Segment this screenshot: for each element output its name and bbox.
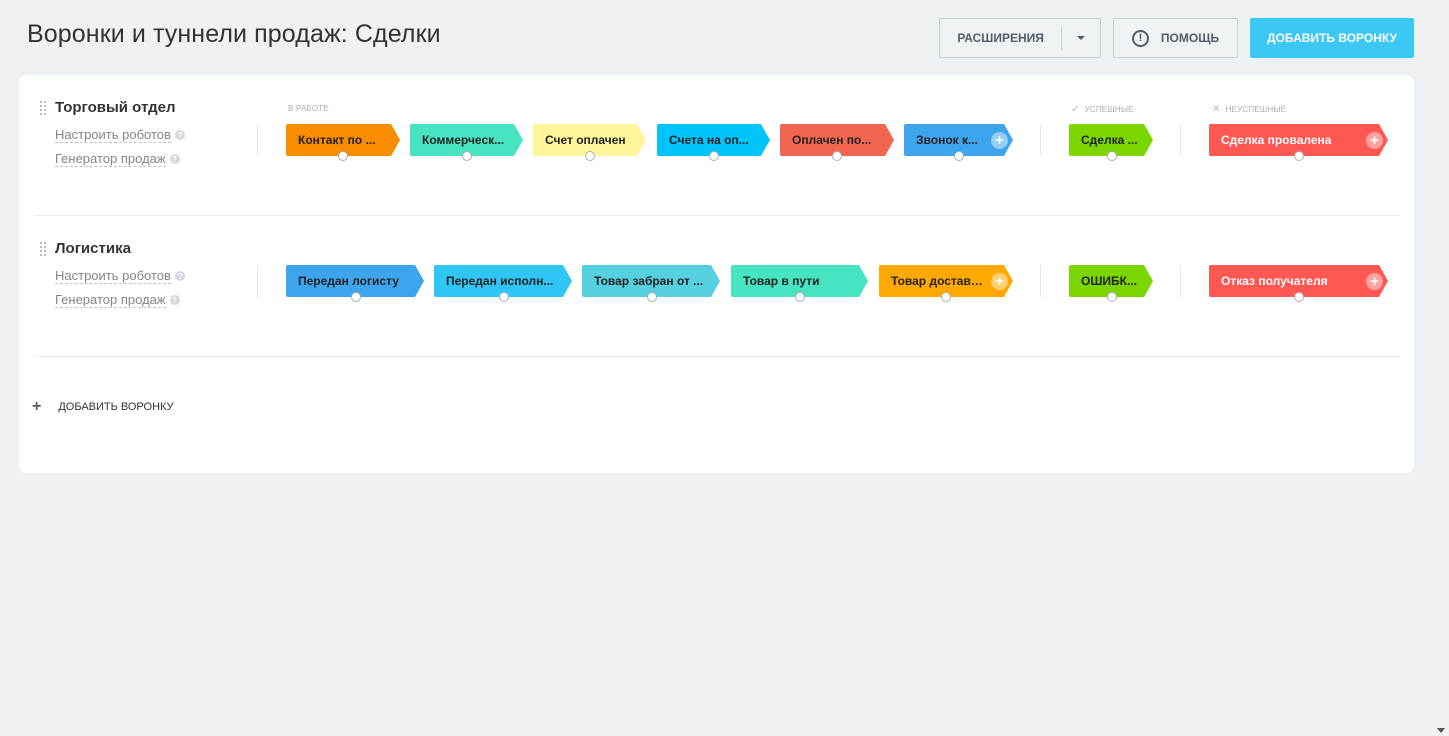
column-divider bbox=[1180, 124, 1181, 156]
sales-generator-link[interactable]: Генератор продаж ? bbox=[55, 151, 180, 167]
group-label-in-work: В РАБОТЕ bbox=[288, 104, 329, 113]
scroll-down-arrow-icon[interactable] bbox=[1437, 728, 1445, 733]
add-stage-icon[interactable]: + bbox=[991, 132, 1008, 149]
group-label-text: УСПЕШНЫЕ bbox=[1084, 105, 1134, 114]
add-funnel-button-label: ДОБАВИТЬ ВОРОНКУ bbox=[1267, 31, 1397, 45]
stage-label: Сделка ... bbox=[1081, 133, 1138, 147]
help-button-label: ПОМОЩЬ bbox=[1160, 31, 1220, 45]
funnel-row: Логистика Настроить роботов ? Генератор … bbox=[19, 216, 1414, 357]
group-label-success: ✓ УСПЕШНЫЕ bbox=[1071, 104, 1134, 115]
funnel-row: Торговый отдел Настроить роботов ? Генер… bbox=[19, 75, 1414, 216]
sales-generator-label: Генератор продаж bbox=[55, 151, 166, 167]
stage-settings-dot[interactable] bbox=[954, 151, 964, 161]
add-stage-icon[interactable]: + bbox=[991, 273, 1008, 290]
stage-settings-dot[interactable] bbox=[351, 292, 361, 302]
check-icon: ✓ bbox=[1071, 104, 1080, 115]
stage-settings-dot[interactable] bbox=[1107, 151, 1117, 161]
stage-settings-dot[interactable] bbox=[499, 292, 509, 302]
drag-handle-icon[interactable] bbox=[40, 101, 47, 115]
configure-robots-link[interactable]: Настроить роботов ? bbox=[55, 268, 185, 284]
stage-settings-dot[interactable] bbox=[795, 292, 805, 302]
configure-robots-label: Настроить роботов bbox=[55, 127, 171, 143]
add-funnel-link-label: ДОБАВИТЬ ВОРОНКУ bbox=[58, 401, 174, 413]
stage-label: Счета на оп... bbox=[669, 133, 749, 147]
column-divider bbox=[257, 265, 258, 297]
group-label-fail: ✕ НЕУСПЕШНЫЕ bbox=[1212, 104, 1286, 115]
configure-robots-label: Настроить роботов bbox=[55, 268, 171, 284]
stage-settings-dot[interactable] bbox=[941, 292, 951, 302]
page-header: Воронки и туннели продаж: Сделки РАСШИРЕ… bbox=[0, 0, 1449, 75]
stage-label: ОШИБК... bbox=[1081, 274, 1137, 288]
stage-label: Сделка провалена bbox=[1221, 133, 1332, 147]
stage-label: Счет оплачен bbox=[545, 133, 626, 147]
question-icon[interactable]: ? bbox=[174, 271, 185, 281]
question-icon[interactable]: ? bbox=[174, 130, 185, 140]
stage-label: Товар в пути bbox=[743, 274, 820, 288]
column-divider bbox=[1180, 265, 1181, 297]
column-divider bbox=[257, 124, 258, 156]
extensions-dropdown-toggle[interactable] bbox=[1062, 36, 1100, 40]
group-label-text: В РАБОТЕ bbox=[288, 104, 329, 113]
stage-settings-dot[interactable] bbox=[832, 151, 842, 161]
funnel-name[interactable]: Торговый отдел bbox=[55, 99, 176, 116]
column-divider bbox=[1040, 124, 1041, 156]
chevron-down-icon bbox=[1077, 36, 1086, 40]
add-funnel-button[interactable]: ДОБАВИТЬ ВОРОНКУ bbox=[1250, 18, 1414, 58]
sales-generator-label: Генератор продаж bbox=[55, 292, 166, 308]
configure-robots-link[interactable]: Настроить роботов ? bbox=[55, 127, 185, 143]
page-title: Воронки и туннели продаж: Сделки bbox=[27, 20, 441, 48]
stage-settings-dot[interactable] bbox=[338, 151, 348, 161]
question-icon[interactable]: ? bbox=[169, 295, 180, 305]
funnels-card: Торговый отдел Настроить роботов ? Генер… bbox=[19, 75, 1414, 473]
info-icon: ! bbox=[1131, 29, 1149, 47]
stage-settings-dot[interactable] bbox=[585, 151, 595, 161]
sales-generator-link[interactable]: Генератор продаж ? bbox=[55, 292, 180, 308]
stage-label: Товар доставл... bbox=[891, 274, 987, 288]
add-funnel-link[interactable]: + ДОБАВИТЬ ВОРОНКУ bbox=[32, 398, 174, 416]
stage-label: Звонок к... bbox=[916, 133, 978, 147]
column-divider bbox=[1040, 265, 1041, 297]
extensions-button[interactable]: РАСШИРЕНИЯ bbox=[939, 18, 1101, 58]
drag-handle-icon[interactable] bbox=[40, 242, 47, 256]
funnel-name[interactable]: Логистика bbox=[55, 240, 131, 257]
stage-label: Товар забран от ... bbox=[594, 274, 704, 288]
stage-label: Коммерческ... bbox=[422, 133, 505, 147]
stage-label: Оплачен по... bbox=[792, 133, 872, 147]
stage-settings-dot[interactable] bbox=[462, 151, 472, 161]
stage-label: Отказ получателя bbox=[1221, 274, 1328, 288]
close-icon: ✕ bbox=[1212, 104, 1221, 115]
add-stage-icon[interactable]: + bbox=[1366, 132, 1383, 149]
group-label-text: НЕУСПЕШНЫЕ bbox=[1225, 105, 1287, 114]
stage-label: Контакт по ... bbox=[298, 133, 376, 147]
stage-settings-dot[interactable] bbox=[1107, 292, 1117, 302]
stage-label: Передан логисту bbox=[298, 274, 399, 288]
funnel-divider bbox=[34, 356, 1399, 357]
stage-settings-dot[interactable] bbox=[647, 292, 657, 302]
help-button[interactable]: ! ПОМОЩЬ bbox=[1113, 18, 1238, 58]
extensions-button-label: РАСШИРЕНИЯ bbox=[957, 31, 1044, 45]
add-stage-icon[interactable]: + bbox=[1366, 273, 1383, 290]
plus-icon: + bbox=[32, 398, 42, 415]
stage-settings-dot[interactable] bbox=[709, 151, 719, 161]
stage-label: Передан исполн... bbox=[446, 274, 554, 288]
question-icon[interactable]: ? bbox=[169, 154, 180, 164]
stage-settings-dot[interactable] bbox=[1294, 292, 1304, 302]
stage-settings-dot[interactable] bbox=[1294, 151, 1304, 161]
